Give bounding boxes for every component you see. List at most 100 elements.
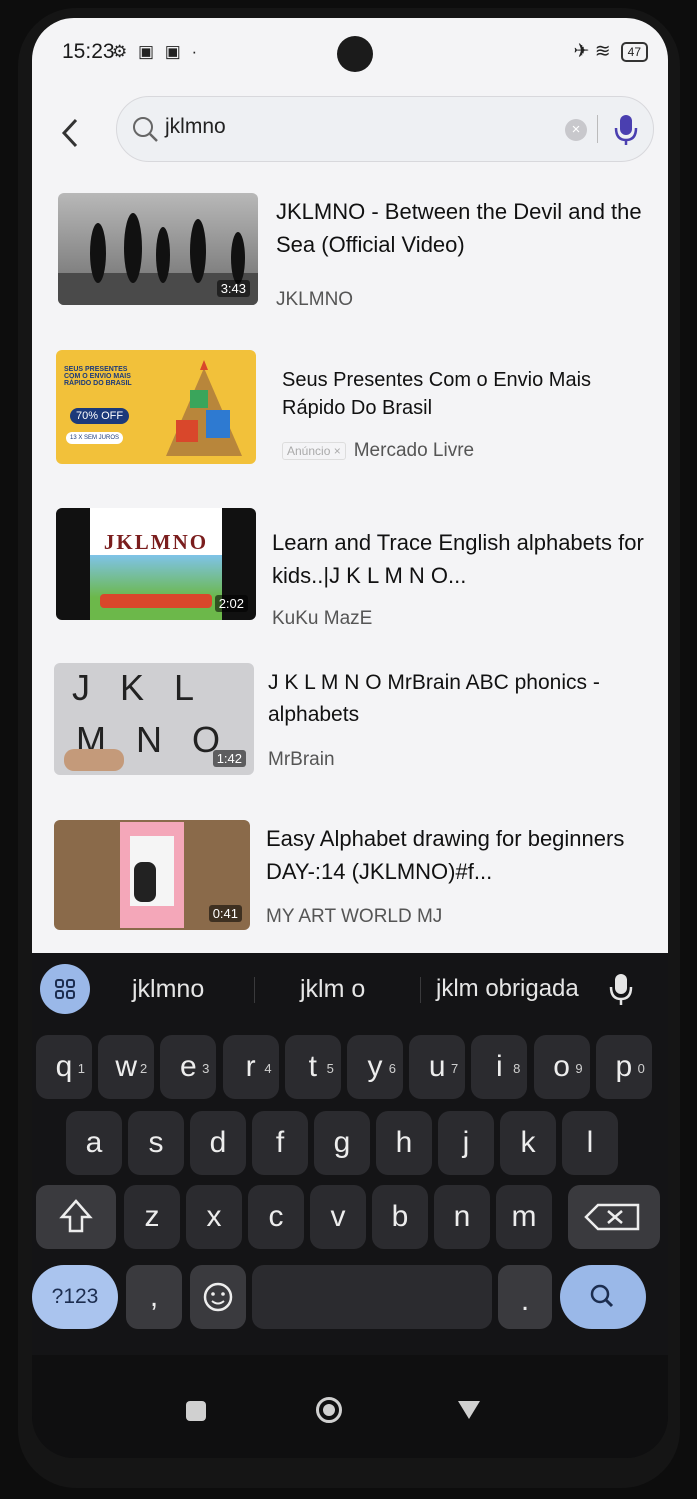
- suggestion-divider: [254, 977, 255, 1003]
- key-l[interactable]: l: [562, 1111, 618, 1175]
- keyboard-suggestion-strip: jklmno jklm o jklm obrigada: [32, 953, 668, 1025]
- key-label: q: [55, 1050, 73, 1083]
- key-f[interactable]: f: [252, 1111, 308, 1175]
- key-d[interactable]: d: [190, 1111, 246, 1175]
- ad-title[interactable]: Seus Presentes Com o Envio Mais Rápido D…: [282, 366, 642, 422]
- suggestion-2[interactable]: jklm o: [300, 975, 365, 1004]
- keyboard-mic-icon[interactable]: [606, 971, 636, 1007]
- key-u[interactable]: u7: [409, 1035, 466, 1099]
- status-bar: 15:23 ⚙ ▣ ▣ · ✈ ≋ 47: [32, 18, 668, 88]
- key-o[interactable]: o9: [533, 1035, 590, 1099]
- key-number-hint: 2: [139, 1061, 148, 1076]
- key-number-hint: 5: [326, 1061, 334, 1076]
- system-navigation-bar: [32, 1355, 668, 1458]
- keyboard: q1w2e3r4t5y6u7i8o9p0 asdfghjkl zxcvbnm ?…: [32, 1025, 668, 1355]
- hand-image: [64, 749, 124, 771]
- emoji-key[interactable]: [190, 1265, 246, 1329]
- home-icon[interactable]: [316, 1397, 342, 1423]
- search-input-value[interactable]: jklmno: [165, 115, 226, 139]
- result-item[interactable]: J K L M N O 1:42 J K L M N O MrBrain ABC…: [32, 663, 668, 783]
- advertiser-name[interactable]: Mercado Livre: [354, 440, 474, 461]
- key-label: p: [615, 1050, 633, 1083]
- search-field[interactable]: jklmno ×: [116, 96, 654, 162]
- shift-icon: [59, 1199, 93, 1233]
- voice-search-icon[interactable]: [609, 111, 643, 147]
- key-z[interactable]: z: [124, 1185, 180, 1249]
- key-label: u: [428, 1050, 446, 1083]
- key-s[interactable]: s: [128, 1111, 184, 1175]
- key-r[interactable]: r4: [222, 1035, 279, 1099]
- backspace-key[interactable]: [568, 1185, 660, 1249]
- key-h[interactable]: h: [376, 1111, 432, 1175]
- drawing-paper-image: [120, 822, 184, 928]
- ad-label-badge[interactable]: Anúncio ×: [282, 441, 346, 460]
- key-number-hint: 3: [202, 1061, 210, 1076]
- key-e[interactable]: e3: [160, 1035, 217, 1099]
- key-j[interactable]: j: [438, 1111, 494, 1175]
- marker-hand: [134, 862, 156, 902]
- ad-thumb-text: SEUS PRESENTES COM O ENVIO MAIS RÁPIDO D…: [64, 366, 132, 387]
- period-key[interactable]: .: [498, 1265, 552, 1329]
- channel-name[interactable]: MrBrain: [268, 749, 335, 771]
- space-key[interactable]: [252, 1265, 492, 1329]
- backspace-icon: [584, 1203, 640, 1231]
- ad-discount-badge: 70% OFF: [70, 408, 130, 424]
- gift-tree-image: [166, 360, 242, 456]
- shift-key[interactable]: [36, 1185, 116, 1249]
- key-w[interactable]: w2: [98, 1035, 155, 1099]
- video-title[interactable]: JKLMNO - Between the Devil and the Sea (…: [276, 195, 656, 261]
- suggestion-divider: [420, 977, 421, 1003]
- comma-key[interactable]: ,: [126, 1265, 182, 1329]
- key-label: t: [308, 1050, 317, 1083]
- keyboard-menu-button[interactable]: [40, 964, 90, 1014]
- symbols-key[interactable]: ?123: [32, 1265, 118, 1329]
- screen: 15:23 ⚙ ▣ ▣ · ✈ ≋ 47 jklmno × 3:43 JKLMN…: [32, 18, 668, 1458]
- result-item[interactable]: JKLMNO 2:02 Learn and Trace English alph…: [32, 508, 668, 630]
- search-divider: [597, 115, 598, 143]
- video-thumbnail[interactable]: 3:43: [58, 193, 258, 305]
- key-label: i: [496, 1050, 503, 1083]
- suggestion-3[interactable]: jklm obrigada: [436, 975, 579, 1003]
- notification-icons: ⚙ ▣ ▣ ·: [112, 42, 201, 61]
- video-duration: 3:43: [216, 280, 250, 297]
- search-key[interactable]: [560, 1265, 646, 1329]
- key-q[interactable]: q1: [36, 1035, 92, 1099]
- ad-result-item[interactable]: SEUS PRESENTES COM O ENVIO MAIS RÁPIDO D…: [32, 348, 668, 468]
- video-title[interactable]: J K L M N O MrBrain ABC phonics - alphab…: [268, 667, 648, 731]
- result-item[interactable]: 3:43 JKLMNO - Between the Devil and the …: [32, 193, 668, 313]
- channel-name[interactable]: MY ART WORLD MJ: [266, 906, 442, 928]
- key-a[interactable]: a: [66, 1111, 122, 1175]
- key-k[interactable]: k: [500, 1111, 556, 1175]
- key-m[interactable]: m: [496, 1185, 552, 1249]
- back-triangle-icon[interactable]: [456, 1399, 482, 1421]
- result-item[interactable]: 0:41 Easy Alphabet drawing for beginners…: [32, 820, 668, 940]
- video-title[interactable]: Learn and Trace English alphabets for ki…: [272, 526, 652, 592]
- clear-search-icon[interactable]: ×: [565, 119, 587, 141]
- key-y[interactable]: y6: [347, 1035, 403, 1099]
- channel-name[interactable]: JKLMNO: [276, 289, 353, 311]
- ad-thumbnail[interactable]: SEUS PRESENTES COM O ENVIO MAIS RÁPIDO D…: [56, 350, 256, 464]
- key-number-hint: 7: [450, 1061, 459, 1076]
- key-c[interactable]: c: [248, 1185, 304, 1249]
- key-b[interactable]: b: [372, 1185, 428, 1249]
- key-g[interactable]: g: [314, 1111, 370, 1175]
- video-thumbnail[interactable]: 0:41: [54, 820, 250, 930]
- key-p[interactable]: p0: [595, 1035, 652, 1099]
- thumb-cartoon-row: [100, 594, 212, 608]
- search-icon: [590, 1284, 614, 1308]
- status-time: 15:23: [62, 40, 115, 63]
- back-arrow-icon[interactable]: [56, 108, 84, 158]
- video-title[interactable]: Easy Alphabet drawing for beginners DAY-…: [266, 822, 646, 888]
- key-i[interactable]: i8: [471, 1035, 528, 1099]
- video-thumbnail[interactable]: J K L M N O 1:42: [54, 663, 254, 775]
- key-x[interactable]: x: [186, 1185, 242, 1249]
- key-t[interactable]: t5: [284, 1035, 341, 1099]
- key-v[interactable]: v: [310, 1185, 366, 1249]
- home-icon-dot: [323, 1404, 335, 1416]
- channel-name[interactable]: KuKu MazE: [272, 608, 372, 630]
- key-number-hint: 4: [264, 1061, 272, 1076]
- suggestion-1[interactable]: jklmno: [132, 975, 204, 1004]
- video-thumbnail[interactable]: JKLMNO 2:02: [56, 508, 256, 620]
- key-n[interactable]: n: [434, 1185, 490, 1249]
- recents-icon[interactable]: [186, 1401, 206, 1421]
